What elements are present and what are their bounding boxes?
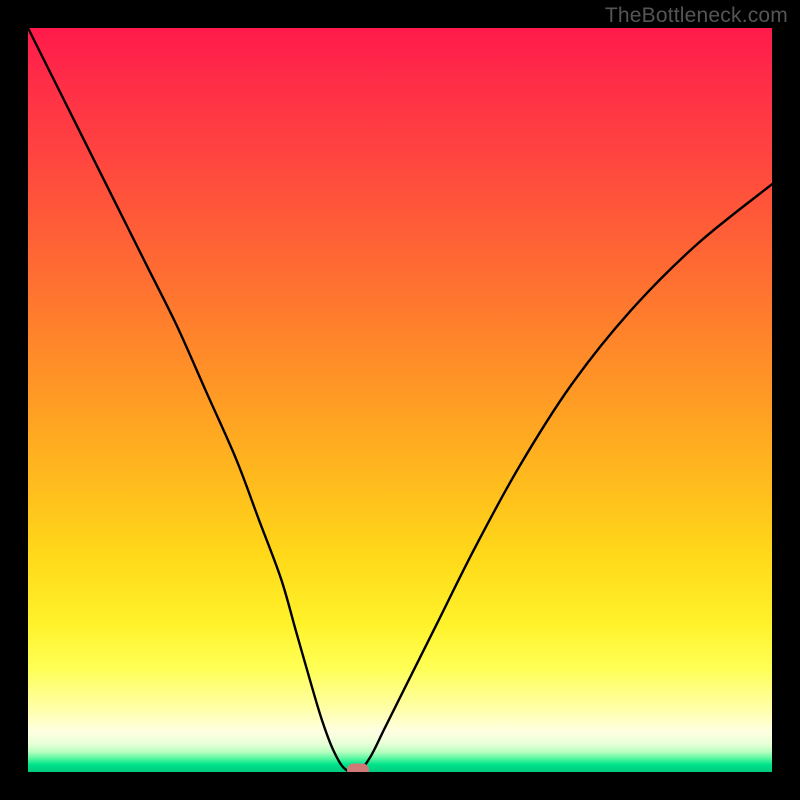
watermark-text: TheBottleneck.com [605, 4, 788, 28]
plot-area [28, 28, 772, 772]
curve-path [28, 28, 772, 772]
bottleneck-curve [28, 28, 772, 772]
chart-frame: TheBottleneck.com [0, 0, 800, 800]
minimum-marker [347, 764, 369, 773]
